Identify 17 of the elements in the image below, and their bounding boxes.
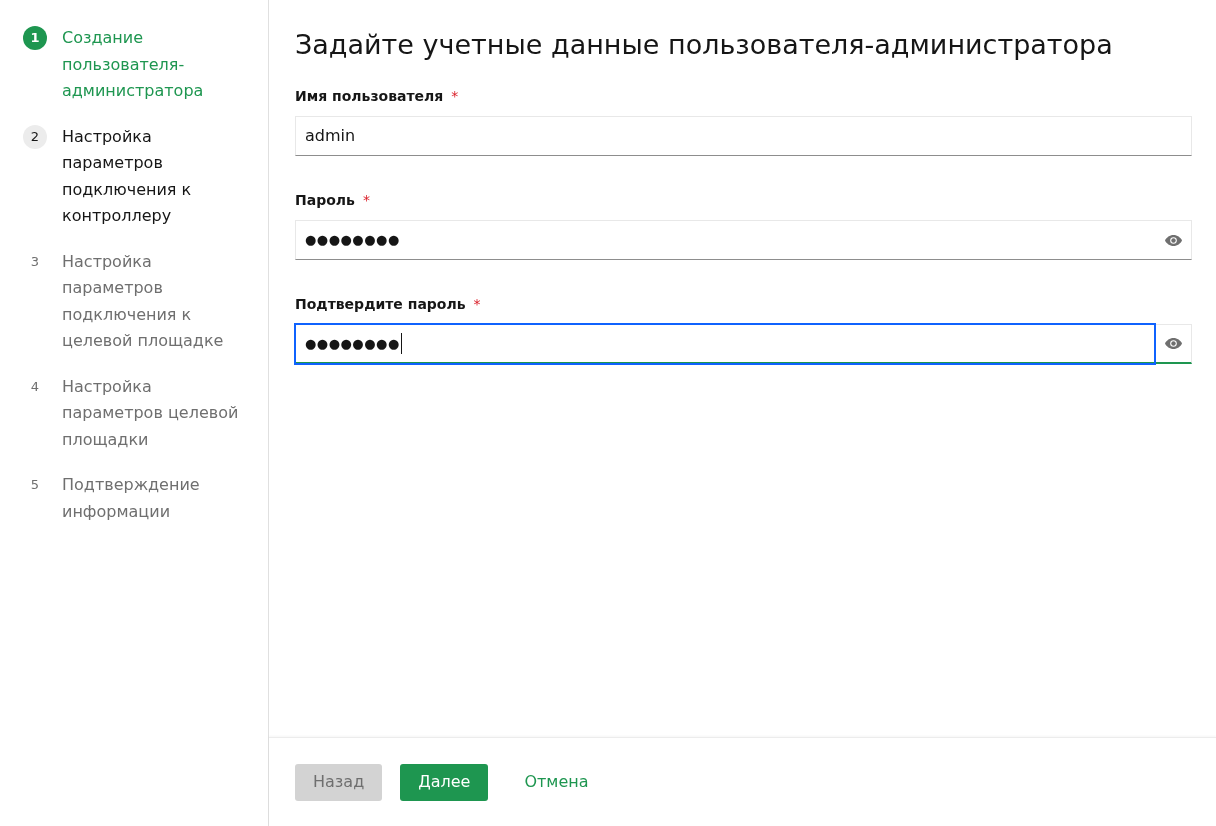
field-label: Имя пользователя bbox=[295, 87, 444, 105]
step-label[interactable]: Настройка параметров подключения к контроллеру bbox=[62, 123, 244, 230]
step-label[interactable]: Создание пользователя-администратора bbox=[62, 25, 244, 105]
step-number: 3 bbox=[29, 252, 41, 271]
field-label: Пароль bbox=[295, 191, 355, 209]
field-label: Подтвердите пароль bbox=[295, 295, 466, 313]
required-mark: * bbox=[473, 295, 481, 313]
required-mark: * bbox=[362, 191, 370, 209]
step-number: 5 bbox=[29, 476, 41, 495]
page-title: Задайте учетные данные пользователя-администратора bbox=[295, 28, 1114, 62]
text-field[interactable]: admin bbox=[295, 116, 1192, 156]
step-number: 1 bbox=[23, 26, 47, 50]
cancel-button[interactable]: Отмена bbox=[506, 763, 607, 801]
required-mark: * bbox=[451, 87, 459, 105]
next-button[interactable]: Далее bbox=[400, 763, 489, 801]
step-number: 4 bbox=[29, 377, 41, 396]
step-number: 2 bbox=[23, 124, 47, 149]
